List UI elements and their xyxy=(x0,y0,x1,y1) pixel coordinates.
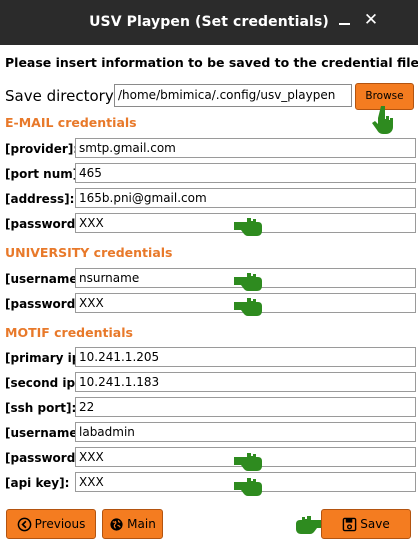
email-password-label: [password]: xyxy=(5,217,86,231)
motif-ssh-port-field[interactable]: 22 xyxy=(75,397,416,417)
main-button-label: Main xyxy=(127,517,156,531)
save-directory-input[interactable]: /home/bmimica/.config/usv_playpen xyxy=(114,84,352,107)
pointing-hand-icon xyxy=(233,215,263,237)
motif-password-label: [password]: xyxy=(5,451,86,465)
title-bar: USV Playpen (Set credentials) ✕ xyxy=(0,0,418,45)
email-provider-label: [provider]: xyxy=(5,142,79,156)
pointing-hand-icon xyxy=(370,105,396,135)
motif-primary-ip-field[interactable]: 10.241.1.205 xyxy=(75,347,416,367)
motif-section-heading: MOTIF credentials xyxy=(5,325,133,340)
save-button[interactable]: Save xyxy=(321,509,411,539)
minimize-button[interactable] xyxy=(338,13,352,29)
close-button[interactable]: ✕ xyxy=(362,9,380,31)
floppy-disk-icon xyxy=(342,517,357,532)
window-title: USV Playpen (Set credentials) xyxy=(89,14,329,30)
pointing-hand-icon xyxy=(233,450,263,472)
motif-second-ip-label: [second ip]: xyxy=(5,376,86,390)
motif-second-ip-field[interactable]: 10.241.1.183 xyxy=(75,372,416,392)
save-directory-label: Save directory: xyxy=(5,87,118,105)
pointing-hand-icon xyxy=(233,475,263,497)
pointing-hand-icon xyxy=(233,270,263,292)
pointing-hand-icon xyxy=(233,295,263,317)
motif-username-field[interactable]: labadmin xyxy=(75,422,416,442)
intro-text: Please insert information to be saved to… xyxy=(5,55,418,70)
save-button-label: Save xyxy=(360,517,390,531)
university-section-heading: UNIVERSITY credentials xyxy=(5,245,173,260)
motif-api-key-label: [api key]: xyxy=(5,476,70,490)
motif-ssh-port-label: [ssh port]: xyxy=(5,401,77,415)
main-button[interactable]: Main xyxy=(102,509,163,539)
email-address-field[interactable]: 165b.pni@gmail.com xyxy=(75,188,416,208)
circle-arrow-left-icon xyxy=(17,517,32,532)
email-port-field[interactable]: 465 xyxy=(75,163,416,183)
email-provider-field[interactable]: smtp.gmail.com xyxy=(75,138,416,158)
previous-button-label: Previous xyxy=(34,517,86,531)
email-port-label: [port num]: xyxy=(5,167,84,181)
email-address-label: [address]: xyxy=(5,192,75,206)
credentials-form: Please insert information to be saved to… xyxy=(0,45,418,545)
university-password-label: [password]: xyxy=(5,297,86,311)
previous-button[interactable]: Previous xyxy=(6,509,96,539)
email-section-heading: E-MAIL credentials xyxy=(5,115,137,130)
globe-icon xyxy=(109,517,124,532)
